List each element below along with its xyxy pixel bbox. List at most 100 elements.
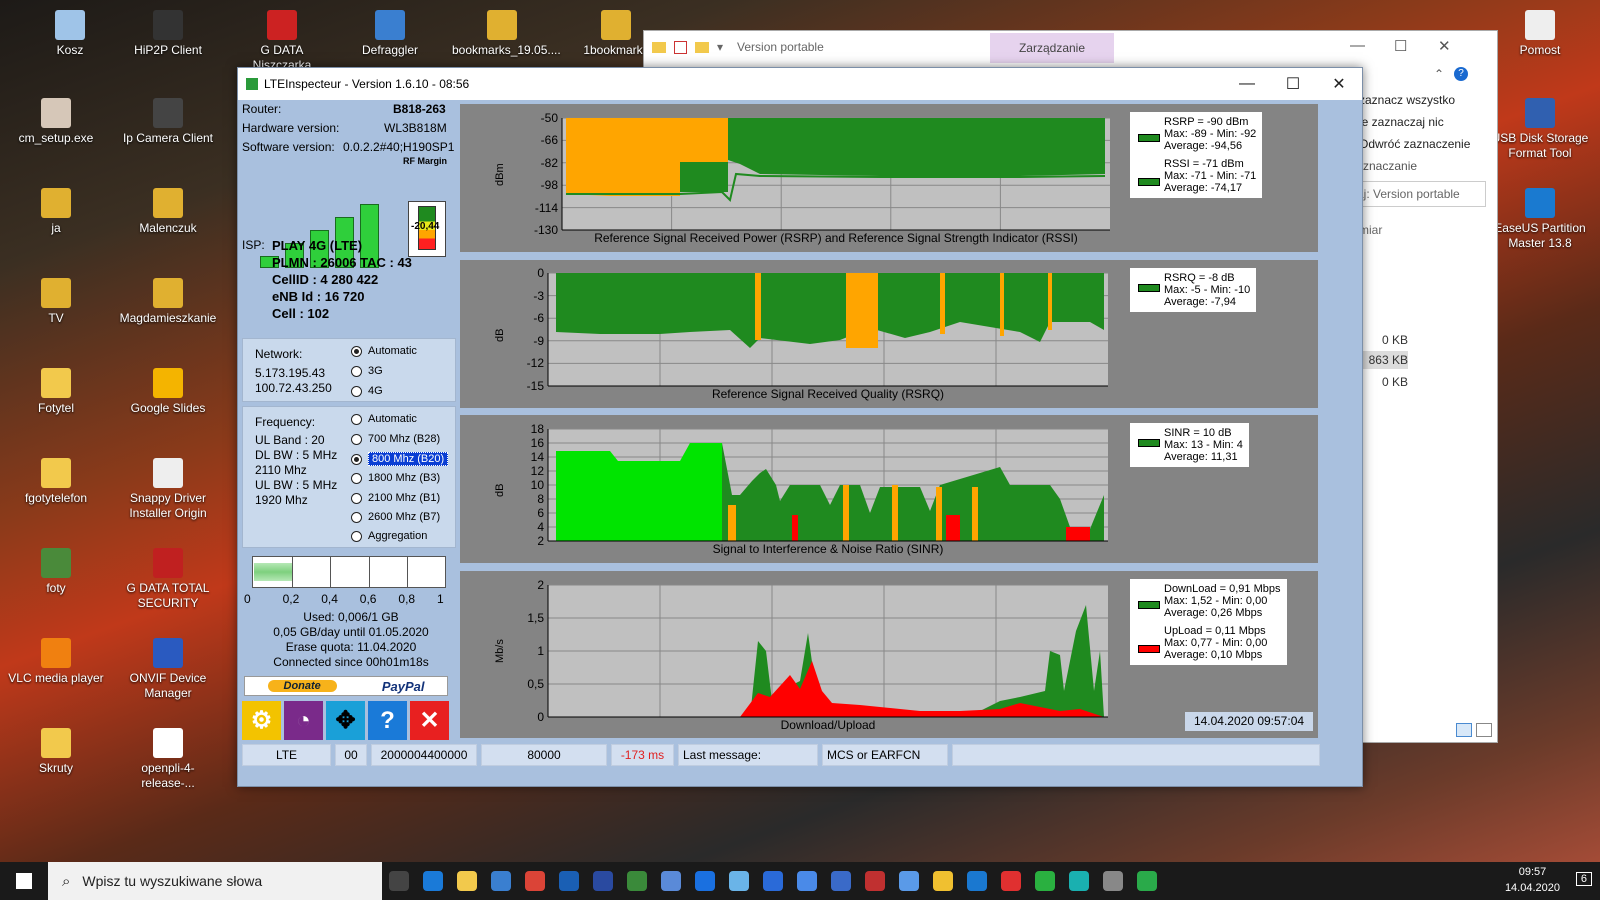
desktop-icon[interactable]: G DATA Niszczarka bbox=[232, 10, 332, 73]
speedtest-button[interactable]: ◔ bbox=[284, 701, 323, 740]
collapse-ribbon-icon[interactable]: ⌃ bbox=[1434, 67, 1444, 81]
desktop-icon[interactable]: EaseUS Partition Master 13.8 bbox=[1490, 188, 1590, 251]
app-icon bbox=[1103, 871, 1123, 891]
tab-manage[interactable]: Zarządzanie bbox=[990, 33, 1114, 63]
exit-button[interactable]: ✕ bbox=[410, 701, 449, 740]
radio-network-3g[interactable]: 3G bbox=[351, 365, 383, 377]
radio-network-4g[interactable]: 4G bbox=[351, 385, 383, 397]
settings-button[interactable]: ⚙ bbox=[242, 701, 281, 740]
taskbar-app-icon[interactable] bbox=[892, 862, 926, 900]
taskbar-app-icon[interactable] bbox=[722, 862, 756, 900]
taskbar-app-icon[interactable] bbox=[484, 862, 518, 900]
desktop-icon[interactable]: USB Disk Storage Format Tool bbox=[1490, 98, 1590, 161]
taskbar-app-icon[interactable] bbox=[654, 862, 688, 900]
help-icon[interactable]: ? bbox=[1454, 67, 1468, 81]
desktop-icon[interactable]: Skruty bbox=[6, 728, 106, 776]
desktop-icon[interactable]: ja bbox=[6, 188, 106, 236]
explorer-search-input[interactable]: kaj: Version portable bbox=[1346, 181, 1486, 207]
donate-paypal-button[interactable]: Donate PayPal bbox=[244, 676, 448, 696]
start-button[interactable] bbox=[0, 862, 48, 900]
maximize-button[interactable]: ☐ bbox=[1270, 68, 1316, 100]
title-bar[interactable]: LTEInspecteur - Version 1.6.10 - 08:56 —… bbox=[238, 68, 1362, 100]
quota-bar bbox=[252, 556, 446, 588]
maximize-icon[interactable]: ☐ bbox=[1394, 37, 1407, 55]
quota-per-day: 0,05 GB/day until 01.05.2020 bbox=[273, 625, 429, 639]
desktop-icon[interactable]: Snappy Driver Installer Origin bbox=[118, 458, 218, 521]
taskbar-clock[interactable]: 09:57 14.04.2020 bbox=[1505, 864, 1560, 896]
taskbar-app-icon[interactable] bbox=[552, 862, 586, 900]
taskbar-app-icon[interactable] bbox=[790, 862, 824, 900]
close-icon[interactable]: ✕ bbox=[1438, 37, 1451, 55]
desktop-icon[interactable]: cm_setup.exe bbox=[6, 98, 106, 146]
fullscreen-button[interactable]: ✥ bbox=[326, 701, 365, 740]
menu-select-all[interactable]: zaznacz wszystko bbox=[1359, 93, 1479, 107]
radio-freq-automatic[interactable]: Automatic bbox=[351, 413, 417, 425]
desktop-icon[interactable]: bookmarks_19.05.... bbox=[452, 10, 561, 58]
taskbar-app-icon[interactable] bbox=[586, 862, 620, 900]
desktop-icon[interactable]: Google Slides bbox=[118, 368, 218, 416]
rf-margin-value: -20,44 bbox=[411, 221, 440, 232]
taskbar-app-icon[interactable] bbox=[1062, 862, 1096, 900]
radio-network-automatic[interactable]: Automatic bbox=[351, 345, 417, 357]
menu-invert-selection[interactable]: Odwróć zaznaczenie bbox=[1359, 137, 1479, 151]
desktop-icon[interactable]: ONVIF Device Manager bbox=[118, 638, 218, 701]
desktop-icon[interactable]: Malenczuk bbox=[118, 188, 218, 236]
taskbar-app-icon[interactable] bbox=[416, 862, 450, 900]
column-size-header[interactable]: miar bbox=[1359, 223, 1479, 237]
minimize-button[interactable]: — bbox=[1224, 68, 1270, 100]
desktop-icon[interactable]: openpli-4-release-... bbox=[118, 728, 218, 791]
radio-freq-b3[interactable]: 1800 Mhz (B3) bbox=[351, 472, 440, 484]
taskbar-app-icon[interactable] bbox=[688, 862, 722, 900]
y-tick-label: -82 bbox=[540, 155, 558, 170]
desktop-icon-label: Defraggler bbox=[361, 43, 419, 57]
desktop-icon[interactable]: TV bbox=[6, 278, 106, 326]
help-button[interactable]: ? bbox=[368, 701, 407, 740]
rsrq-orange-1 bbox=[755, 273, 761, 340]
desktop-icon[interactable]: Defraggler bbox=[340, 10, 440, 58]
dropdown-icon[interactable]: ▾ bbox=[717, 40, 723, 54]
desktop-icon[interactable]: Pomost bbox=[1490, 10, 1590, 58]
desktop-icon[interactable]: fgotytelefon bbox=[6, 458, 106, 506]
taskbar-app-icon[interactable] bbox=[1028, 862, 1062, 900]
desktop-icon[interactable]: HiP2P Client bbox=[118, 10, 218, 58]
desktop-icon[interactable]: Kosz bbox=[20, 10, 120, 58]
taskbar-app-icon[interactable] bbox=[858, 862, 892, 900]
app-icon bbox=[797, 871, 817, 891]
taskbar-app-icon[interactable] bbox=[824, 862, 858, 900]
freq-info: DL BW : 5 MHz bbox=[255, 448, 338, 462]
desktop-icon[interactable]: VLC media player bbox=[6, 638, 106, 686]
desktop-icon[interactable]: Fotytel bbox=[6, 368, 106, 416]
taskbar-app-icon[interactable] bbox=[994, 862, 1028, 900]
lteinspecteur-window[interactable]: LTEInspecteur - Version 1.6.10 - 08:56 —… bbox=[237, 67, 1363, 787]
radio-freq-b1[interactable]: 2100 Mhz (B1) bbox=[351, 492, 440, 504]
taskbar-app-icon[interactable] bbox=[1130, 862, 1164, 900]
minimize-icon[interactable]: — bbox=[1350, 37, 1365, 54]
desktop-icon[interactable]: Magdamieszkanie bbox=[118, 278, 218, 326]
desktop-icon-label: ONVIF Device Manager bbox=[129, 671, 207, 700]
taskbar-app-icon[interactable] bbox=[382, 862, 416, 900]
taskbar-app-icon[interactable] bbox=[450, 862, 484, 900]
desktop-icon[interactable]: Ip Camera Client bbox=[118, 98, 218, 146]
taskbar-search-input[interactable]: ⌕ Wpisz tu wyszukiwane słowa bbox=[48, 862, 382, 900]
taskbar-app-icon[interactable] bbox=[1096, 862, 1130, 900]
menu-select-none[interactable]: ie zaznaczaj nic bbox=[1359, 115, 1479, 129]
network-label: Network: bbox=[255, 347, 303, 361]
radio-freq-b7[interactable]: 2600 Mhz (B7) bbox=[351, 511, 440, 523]
taskbar-app-icon[interactable] bbox=[620, 862, 654, 900]
desktop-icon[interactable]: G DATA TOTAL SECURITY bbox=[118, 548, 218, 611]
radio-freq-aggregation[interactable]: Aggregation bbox=[351, 530, 427, 542]
taskbar-app-icon[interactable] bbox=[926, 862, 960, 900]
taskbar-app-icon[interactable] bbox=[518, 862, 552, 900]
taskbar-app-icon[interactable] bbox=[960, 862, 994, 900]
desktop-icon[interactable]: foty bbox=[6, 548, 106, 596]
taskbar-app-icon[interactable] bbox=[756, 862, 790, 900]
rsrq-chart: 0 -3 -6 -9 -12 -15 dB Reference Signal Received… bbox=[460, 260, 1318, 408]
details-view-icon[interactable] bbox=[1456, 723, 1472, 737]
tiles-view-icon[interactable] bbox=[1476, 723, 1492, 737]
notification-icon[interactable]: 6 bbox=[1575, 872, 1592, 886]
close-button[interactable]: ✕ bbox=[1316, 68, 1362, 100]
radio-freq-b20[interactable]: 800 Mhz (B20) bbox=[351, 452, 449, 466]
radio-freq-b28[interactable]: 700 Mhz (B28) bbox=[351, 433, 440, 445]
checkbox-icon[interactable] bbox=[674, 40, 687, 54]
chart-legend: DownLoad = 0,91 Mbps Max: 1,52 - Min: 0,0… bbox=[1130, 579, 1287, 665]
